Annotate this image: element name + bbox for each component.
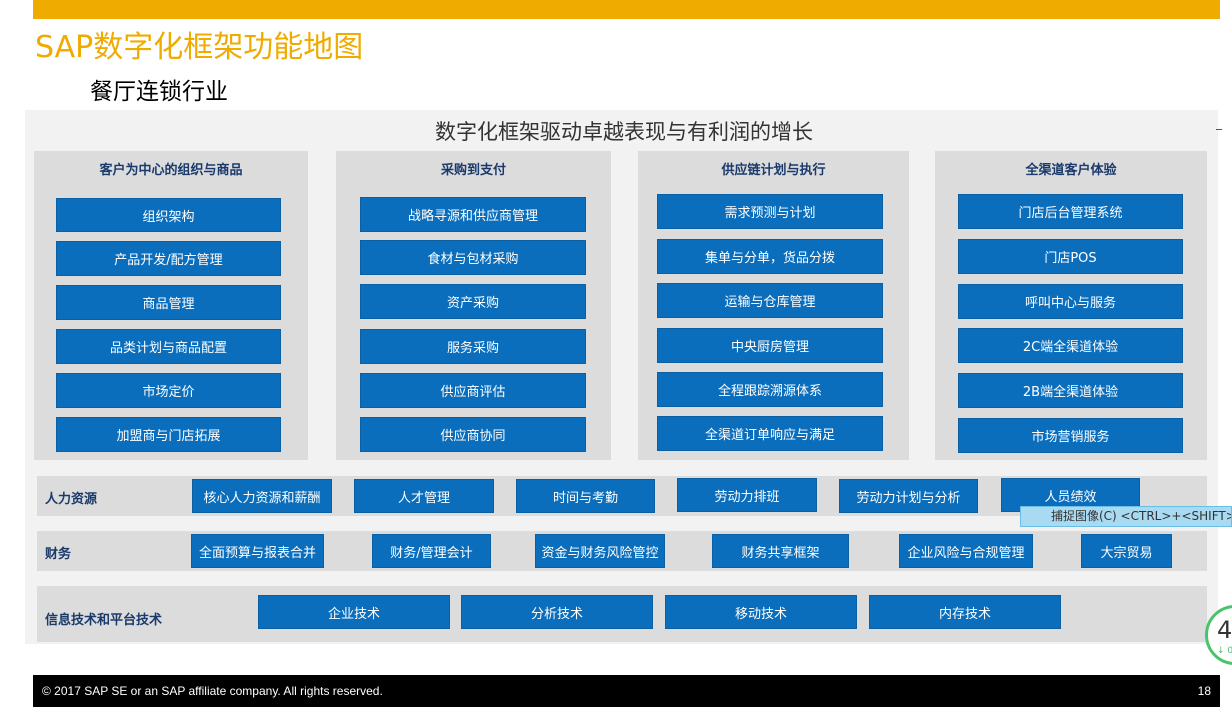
it-button[interactable]: 分析技术 (461, 595, 653, 629)
capability-button[interactable]: 运输与仓库管理 (657, 283, 883, 318)
page-title: SAP数字化框架功能地图 (35, 30, 364, 65)
capture-tooltip[interactable]: 捕捉图像(C) <CTRL>+<SHIFT>+ (1020, 506, 1232, 527)
column-omnichannel: 全渠道客户体验 门店后台管理系统 门店POS 呼叫中心与服务 2C端全渠道体验 … (935, 151, 1207, 460)
column-title: 采购到支付 (440, 163, 506, 178)
capability-button[interactable]: 市场定价 (56, 373, 281, 408)
capability-button[interactable]: 供应商评估 (360, 373, 586, 408)
band-label: 财务 (45, 547, 72, 562)
footer-bar: © 2017 SAP SE or an SAP affiliate compan… (33, 675, 1220, 707)
finance-button[interactable]: 大宗贸易 (1081, 534, 1172, 568)
capability-button[interactable]: 食材与包材采购 (360, 240, 586, 275)
finance-button[interactable]: 财务/管理会计 (372, 534, 491, 568)
page-number: 18 (1197, 684, 1211, 698)
it-button[interactable]: 移动技术 (665, 595, 857, 629)
capability-button[interactable]: 战略寻源和供应商管理 (360, 197, 586, 232)
capability-button[interactable]: 品类计划与商品配置 (56, 329, 281, 364)
capability-button[interactable]: 中央厨房管理 (657, 328, 883, 363)
column-title: 供应链计划与执行 (721, 163, 826, 178)
hr-button[interactable]: 核心人力资源和薪酬 (192, 479, 332, 513)
capability-button[interactable]: 2C端全渠道体验 (958, 328, 1183, 363)
hr-button[interactable]: 劳动力计划与分析 (839, 479, 978, 513)
edge-mark (1216, 129, 1222, 130)
capability-button[interactable]: 集单与分单，货品分拨 (657, 239, 883, 274)
top-accent-bar (33, 0, 1220, 19)
capability-button[interactable]: 呼叫中心与服务 (958, 284, 1183, 319)
column-title: 全渠道客户体验 (1025, 163, 1117, 178)
page-subtitle: 餐厅连锁行业 (90, 79, 228, 105)
capability-button[interactable]: 组织架构 (56, 198, 281, 232)
capability-button[interactable]: 需求预测与计划 (657, 194, 883, 229)
finance-button[interactable]: 全面预算与报表合并 (191, 534, 324, 568)
capability-button[interactable]: 产品开发/配方管理 (56, 241, 281, 276)
capability-button[interactable]: 门店POS (958, 239, 1183, 274)
capability-button[interactable]: 市场营销服务 (958, 418, 1183, 453)
capability-button[interactable]: 门店后台管理系统 (958, 194, 1183, 229)
column-title: 客户为中心的组织与商品 (99, 163, 243, 178)
capability-button[interactable]: 供应商协同 (360, 417, 586, 452)
slide: SAP数字化框架功能地图 餐厅连锁行业 数字化框架驱动卓越表现与有利润的增长 客… (0, 0, 1232, 728)
capability-button[interactable]: 全渠道订单响应与满足 (657, 416, 883, 451)
band-label: 信息技术和平台技术 (45, 613, 163, 628)
column-procure-to-pay: 采购到支付 战略寻源和供应商管理 食材与包材采购 资产采购 服务采购 供应商评估… (336, 151, 611, 460)
finance-button[interactable]: 企业风险与合规管理 (899, 534, 1033, 568)
column-customer-org: 客户为中心的组织与商品 组织架构 产品开发/配方管理 商品管理 品类计划与商品配… (34, 151, 308, 460)
gadget-subvalue: ↓ 0 (1217, 646, 1232, 656)
capability-button[interactable]: 加盟商与门店拓展 (56, 417, 281, 452)
footer-copyright: © 2017 SAP SE or an SAP affiliate compan… (42, 684, 383, 698)
it-button[interactable]: 企业技术 (258, 595, 450, 629)
finance-button[interactable]: 财务共享框架 (712, 534, 849, 568)
hr-button[interactable]: 人才管理 (354, 479, 494, 513)
band-label: 人力资源 (45, 492, 98, 507)
column-supply-chain: 供应链计划与执行 需求预测与计划 集单与分单，货品分拨 运输与仓库管理 中央厨房… (638, 151, 909, 460)
hr-button[interactable]: 时间与考勤 (516, 479, 655, 513)
gadget-value: 4 (1217, 616, 1232, 644)
it-button[interactable]: 内存技术 (869, 595, 1061, 629)
finance-button[interactable]: 资金与财务风险管控 (535, 534, 665, 568)
capability-button[interactable]: 商品管理 (56, 285, 281, 320)
gadget-sub-text: 0 (1227, 646, 1232, 656)
down-arrow-icon: ↓ (1217, 646, 1225, 656)
panel-title: 数字化框架驱动卓越表现与有利润的增长 (435, 120, 813, 144)
capability-button[interactable]: 2B端全渠道体验 (958, 373, 1183, 408)
hr-button[interactable]: 劳动力排班 (677, 478, 817, 512)
capability-button[interactable]: 服务采购 (360, 329, 586, 364)
capability-button[interactable]: 资产采购 (360, 284, 586, 319)
capability-button[interactable]: 全程跟踪溯源体系 (657, 372, 883, 407)
